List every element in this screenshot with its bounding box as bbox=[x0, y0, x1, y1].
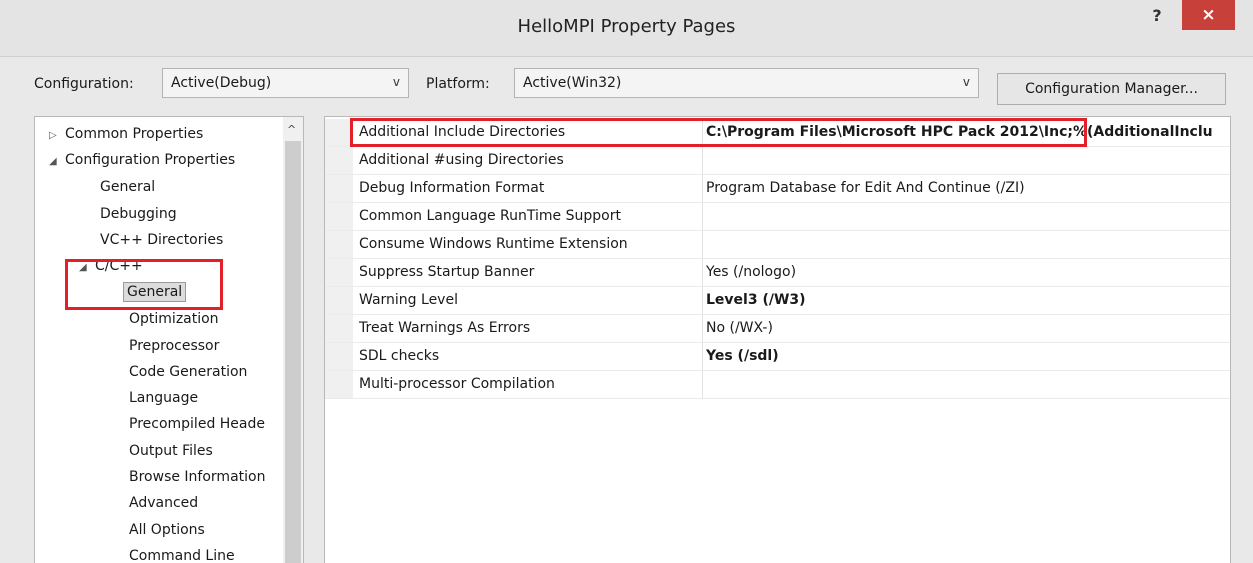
close-button[interactable]: × bbox=[1182, 0, 1235, 30]
property-value[interactable]: Yes (/nologo) bbox=[706, 264, 1228, 280]
scroll-up-icon[interactable]: ^ bbox=[287, 123, 296, 136]
chevron-down-icon: v bbox=[962, 75, 970, 89]
tree-node-language[interactable]: Language bbox=[129, 385, 198, 411]
property-grid: Additional Include Directories C:\Progra… bbox=[324, 116, 1231, 563]
tree-node-code-generation[interactable]: Code Generation bbox=[129, 359, 247, 385]
highlight-box-tree bbox=[65, 259, 223, 310]
platform-value: Active(Win32) bbox=[523, 75, 622, 91]
tree-node-all-options[interactable]: All Options bbox=[129, 517, 205, 543]
tree-node-preprocessor[interactable]: Preprocessor bbox=[129, 333, 219, 359]
configuration-row: Configuration: Active(Debug) v Platform:… bbox=[0, 56, 1253, 116]
tree-node-common-properties[interactable]: ▷ Common Properties bbox=[49, 121, 203, 147]
scrollbar-thumb[interactable] bbox=[285, 141, 301, 563]
property-name: Consume Windows Runtime Extension bbox=[359, 236, 628, 252]
tree-node-browse-information[interactable]: Browse Information bbox=[129, 464, 265, 490]
property-row-warning-level[interactable]: Warning Level Level3 (/W3) bbox=[325, 287, 1230, 315]
property-name: Warning Level bbox=[359, 292, 458, 308]
platform-dropdown[interactable]: Active(Win32) v bbox=[514, 68, 979, 98]
configuration-dropdown[interactable]: Active(Debug) v bbox=[162, 68, 409, 98]
property-name: Debug Information Format bbox=[359, 180, 545, 196]
property-row-treat-warnings-as-errors[interactable]: Treat Warnings As Errors No (/WX-) bbox=[325, 315, 1230, 343]
property-name: SDL checks bbox=[359, 348, 440, 364]
tree-node-vc-directories[interactable]: VC++ Directories bbox=[100, 227, 223, 253]
tree-node-configuration-properties[interactable]: ◢ Configuration Properties bbox=[49, 147, 235, 173]
property-row-suppress-startup-banner[interactable]: Suppress Startup Banner Yes (/nologo) bbox=[325, 259, 1230, 287]
property-row-debug-information-format[interactable]: Debug Information Format Program Databas… bbox=[325, 175, 1230, 203]
tree-node-general[interactable]: General bbox=[100, 174, 155, 200]
property-value[interactable]: Level3 (/W3) bbox=[706, 292, 1228, 308]
property-name: Suppress Startup Banner bbox=[359, 264, 535, 280]
configuration-manager-button[interactable]: Configuration Manager... bbox=[997, 73, 1226, 105]
property-row-common-language-runtime-support[interactable]: Common Language RunTime Support bbox=[325, 203, 1230, 231]
property-row-consume-windows-runtime-extension[interactable]: Consume Windows Runtime Extension bbox=[325, 231, 1230, 259]
configuration-value: Active(Debug) bbox=[171, 75, 272, 91]
property-name: Multi-processor Compilation bbox=[359, 376, 555, 392]
chevron-down-icon: v bbox=[392, 75, 400, 89]
property-name: Treat Warnings As Errors bbox=[359, 320, 531, 336]
property-name: Common Language RunTime Support bbox=[359, 208, 621, 224]
window-title: HelloMPI Property Pages bbox=[517, 16, 736, 37]
help-button[interactable]: ? bbox=[1140, 2, 1174, 30]
expand-icon[interactable]: ▷ bbox=[49, 123, 65, 149]
property-value[interactable]: Program Database for Edit And Continue (… bbox=[706, 180, 1228, 196]
tree-node-command-line[interactable]: Command Line bbox=[129, 543, 235, 563]
collapse-icon[interactable]: ◢ bbox=[49, 149, 65, 175]
property-value[interactable]: No (/WX-) bbox=[706, 320, 1228, 336]
property-row-multi-processor-compilation[interactable]: Multi-processor Compilation bbox=[325, 371, 1230, 399]
property-name: Additional #using Directories bbox=[359, 152, 564, 168]
property-row-additional-using-directories[interactable]: Additional #using Directories bbox=[325, 147, 1230, 175]
highlight-box-include-directories bbox=[350, 118, 1087, 147]
property-value[interactable]: Yes (/sdl) bbox=[706, 348, 1228, 364]
platform-label: Platform: bbox=[426, 76, 490, 92]
tree-node-precompiled-headers[interactable]: Precompiled Heade bbox=[129, 411, 265, 437]
property-row-sdl-checks[interactable]: SDL checks Yes (/sdl) bbox=[325, 343, 1230, 371]
tree-node-advanced[interactable]: Advanced bbox=[129, 490, 198, 516]
property-tree[interactable]: ▷ Common Properties ◢ Configuration Proper… bbox=[34, 116, 304, 563]
close-icon: × bbox=[1201, 5, 1216, 25]
tree-node-debugging[interactable]: Debugging bbox=[100, 201, 177, 227]
configuration-label: Configuration: bbox=[34, 76, 134, 92]
tree-scrollbar[interactable]: ^ bbox=[283, 117, 303, 563]
tree-node-output-files[interactable]: Output Files bbox=[129, 438, 213, 464]
title-bar: HelloMPI Property Pages ? × bbox=[0, 0, 1253, 57]
